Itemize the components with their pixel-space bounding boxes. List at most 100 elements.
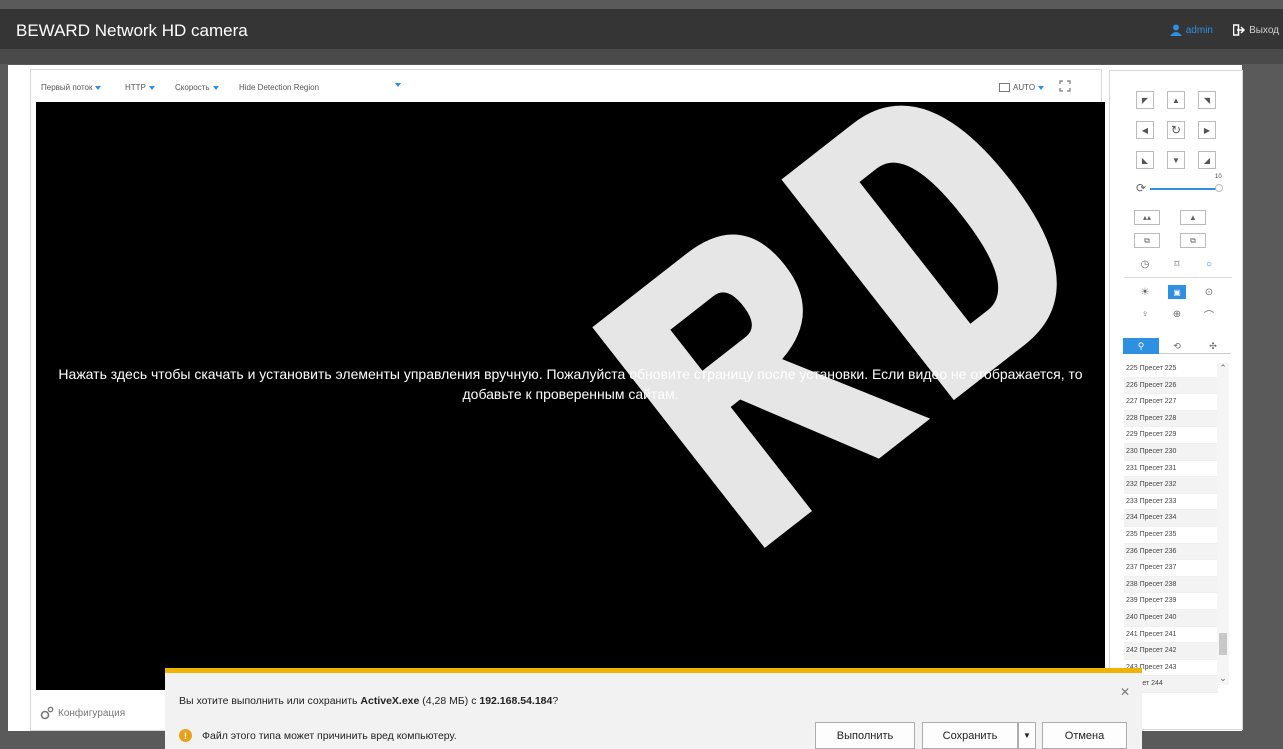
chevron-down-icon: [212, 85, 219, 90]
close-icon[interactable]: ✕: [1120, 685, 1130, 699]
list-item[interactable]: 229 Пресет 229: [1124, 427, 1218, 444]
download-warning: ! Файл этого типа может причинить вред к…: [179, 729, 457, 742]
aspect-icon: [999, 83, 1010, 92]
gear-icon: [40, 706, 54, 720]
list-item[interactable]: 237 Пресет 237: [1124, 560, 1218, 577]
divider: [1124, 277, 1232, 278]
save-button[interactable]: Сохранить: [922, 722, 1018, 749]
download-question: Вы хотите выполнить или сохранить Active…: [179, 695, 558, 707]
video-area[interactable]: Нажать здесь чтобы скачать и установить …: [36, 102, 1105, 690]
list-item[interactable]: 233 Пресет 233: [1124, 494, 1218, 511]
protocol-select[interactable]: HTTP: [125, 83, 155, 92]
question-suffix: ?: [552, 695, 559, 707]
speed-slider[interactable]: [1150, 188, 1218, 190]
download-notification-bar: Вы хотите выполнить или сохранить Active…: [165, 668, 1142, 749]
save-options-dropdown[interactable]: ▼: [1018, 722, 1036, 749]
stream-label: Первый поток: [41, 83, 93, 92]
speed-slider-handle[interactable]: [1215, 184, 1223, 192]
list-item[interactable]: 228 Пресет 228: [1124, 410, 1218, 428]
frame-icon[interactable]: ⌑: [1168, 257, 1186, 271]
chevron-down-icon: [148, 85, 155, 90]
zoom-in-button[interactable]: ▲: [1180, 210, 1206, 225]
video-toolbar: Первый поток HTTP Скорость Hide Detectio…: [31, 70, 1101, 100]
zoom-out-button[interactable]: ▴▴: [1134, 210, 1160, 225]
ptz-down-right-button[interactable]: ◢: [1198, 151, 1216, 169]
ptz-tabs: ⚲ ⟲ ✣: [1123, 338, 1231, 354]
ptz-right-button[interactable]: ▶: [1198, 121, 1216, 139]
chevron-down-icon: [395, 83, 401, 87]
target-icon[interactable]: ⊕: [1168, 307, 1186, 321]
ptz-home-button[interactable]: ↻: [1167, 121, 1185, 139]
region-dropdown[interactable]: [395, 83, 401, 87]
video-panel: Первый поток HTTP Скорость Hide Detectio…: [30, 69, 1105, 731]
list-item[interactable]: 234 Пресет 234: [1124, 510, 1218, 527]
host-address: 192.168.54.184: [479, 695, 553, 707]
list-item[interactable]: 232 Пресет 232: [1124, 477, 1218, 494]
warning-shield-icon: !: [179, 729, 192, 742]
ptz-up-left-button[interactable]: ◤: [1136, 91, 1154, 109]
ptz-down-left-button[interactable]: ◣: [1136, 151, 1154, 169]
speed-value: 10: [1215, 174, 1222, 180]
fullscreen-button[interactable]: [1059, 80, 1071, 92]
config-label: Конфигурация: [58, 707, 126, 719]
list-item[interactable]: 231 Пресет 231: [1124, 461, 1218, 478]
stream-select[interactable]: Первый поток: [41, 83, 102, 92]
speed-icon: ⟳: [1135, 181, 1147, 195]
protocol-label: HTTP: [125, 83, 146, 92]
fullscreen-icon: [1059, 80, 1071, 92]
wiper-icon[interactable]: ⊙: [1200, 285, 1218, 299]
ptz-left-button[interactable]: ◀: [1136, 121, 1154, 139]
file-size: (4,28 МБ) с: [419, 695, 480, 707]
activex-install-link[interactable]: Нажать здесь чтобы скачать и установить …: [36, 364, 1105, 404]
user-link[interactable]: admin: [1169, 24, 1213, 36]
timer-icon[interactable]: ◷: [1136, 257, 1154, 271]
config-link[interactable]: Конфигурация: [40, 706, 125, 720]
list-item[interactable]: 227 Пресет 227: [1124, 394, 1218, 411]
region-select[interactable]: Hide Detection Region: [239, 83, 319, 92]
brightness-icon[interactable]: ☀: [1136, 285, 1154, 299]
ptz-up-right-button[interactable]: ◥: [1198, 91, 1216, 109]
ptz-down-button[interactable]: ▼: [1167, 151, 1185, 169]
focus-far-button[interactable]: ⧉: [1180, 233, 1206, 248]
focus-near-button[interactable]: ⧉: [1134, 233, 1160, 248]
ring-icon[interactable]: ○: [1200, 257, 1218, 271]
tab-presets[interactable]: ⚲: [1123, 338, 1159, 354]
run-button[interactable]: Выполнить: [815, 722, 915, 749]
app-title: BEWARD Network HD camera: [16, 21, 248, 40]
list-item[interactable]: 236 Пресет 236: [1124, 543, 1218, 561]
sub-header-bar: [0, 49, 1283, 64]
list-item[interactable]: 226 Пресет 226: [1124, 377, 1218, 395]
list-item[interactable]: 240 Пресет 240: [1124, 609, 1218, 627]
user-icon: [1169, 24, 1182, 36]
arc-icon[interactable]: ⌒: [1200, 307, 1218, 322]
tab-patrol[interactable]: ⟲: [1159, 338, 1195, 354]
speed-select[interactable]: Скорость: [175, 83, 219, 92]
list-item[interactable]: 239 Пресет 239: [1124, 593, 1218, 610]
region-label: Hide Detection Region: [239, 83, 320, 92]
tab-pattern[interactable]: ✣: [1195, 338, 1231, 354]
list-item[interactable]: 230 Пресет 230: [1124, 443, 1218, 461]
preset-list: 225 Пресет 225 226 Пресет 226 227 Пресет…: [1124, 361, 1218, 693]
light-icon[interactable]: ♀: [1136, 307, 1154, 321]
auto-size-select[interactable]: AUTO: [999, 83, 1045, 92]
chevron-up-icon[interactable]: ⌃: [1217, 363, 1229, 375]
ptz-panel: ◤ ▲ ◥ ◀ ↻ ▶ ◣ ▼ ◢ ⟳ 10 ▴▴ ▲ ⧉ ⧉ ◷ ⌑ ○ ☀ …: [1109, 70, 1243, 730]
cancel-button[interactable]: Отмена: [1042, 722, 1127, 749]
logout-label: Выход: [1249, 24, 1279, 36]
chevron-down-icon[interactable]: ⌄: [1217, 673, 1229, 685]
list-item[interactable]: 242 Пресет 242: [1124, 643, 1218, 660]
question-prefix: Вы хотите выполнить или сохранить: [179, 695, 361, 707]
user-name: admin: [1185, 24, 1213, 36]
ir-icon[interactable]: ▣: [1168, 285, 1186, 299]
scrollbar-thumb[interactable]: [1219, 633, 1227, 655]
preset-scrollbar[interactable]: ⌃ ⌄: [1217, 363, 1229, 685]
list-item[interactable]: 235 Пресет 235: [1124, 527, 1218, 544]
ptz-up-button[interactable]: ▲: [1167, 91, 1185, 109]
chevron-down-icon: [95, 85, 102, 90]
list-item[interactable]: 241 Пресет 241: [1124, 627, 1218, 644]
logout-icon: [1233, 24, 1246, 36]
list-item[interactable]: 225 Пресет 225: [1124, 361, 1218, 378]
logout-button[interactable]: Выход: [1233, 24, 1279, 36]
warning-text: Файл этого типа может причинить вред ком…: [202, 729, 457, 742]
list-item[interactable]: 238 Пресет 238: [1124, 576, 1218, 594]
